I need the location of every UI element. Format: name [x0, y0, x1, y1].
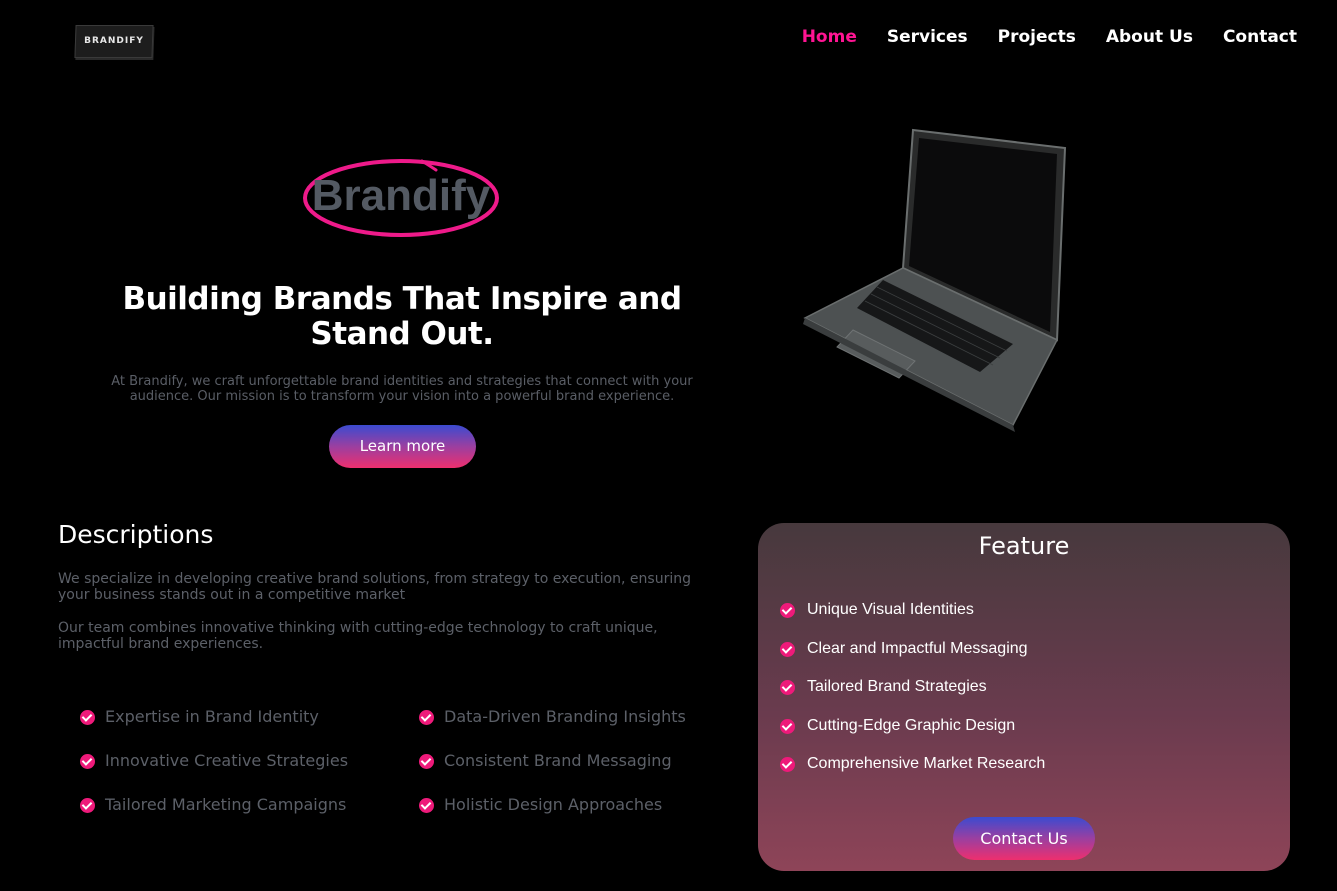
check-circle-icon — [780, 680, 795, 695]
check-circle-icon — [80, 710, 95, 725]
contact-us-button[interactable]: Contact Us — [953, 817, 1095, 860]
check-circle-icon — [419, 754, 434, 769]
nav-projects[interactable]: Projects — [998, 24, 1076, 50]
list-item-label: Holistic Design Approaches — [444, 795, 663, 814]
feature-item-label: Cutting-Edge Graphic Design — [807, 716, 1016, 734]
feature-item: Tailored Brand Strategies — [780, 676, 1045, 715]
list-item: Data-Driven Branding Insights — [419, 706, 686, 750]
descriptions-paragraph-1-line1: We specialize in developing creative bra… — [58, 571, 691, 587]
check-circle-icon — [419, 710, 434, 725]
hero-description-line1: At Brandify, we craft unforgettable bran… — [111, 374, 693, 389]
list-item-label: Innovative Creative Strategies — [105, 751, 349, 770]
descriptions-paragraph-2-line1: Our team combines innovative thinking wi… — [58, 620, 658, 636]
hero-title-line2: Stand Out. — [310, 316, 494, 352]
feature-item: Unique Visual Identities — [780, 599, 1045, 638]
list-item-label: Expertise in Brand Identity — [105, 707, 319, 726]
feature-item: Clear and Impactful Messaging — [780, 638, 1045, 677]
list-item-label: Tailored Marketing Campaigns — [105, 795, 347, 814]
descriptions-paragraph-1-line2: your business stands out in a competitiv… — [58, 587, 406, 603]
feature-title: Feature — [978, 532, 1070, 560]
list-item: Innovative Creative Strategies — [80, 750, 348, 794]
feature-item-label: Clear and Impactful Messaging — [807, 639, 1028, 657]
descriptions-paragraph-2-line2: impactful brand experiences. — [58, 636, 264, 652]
check-circle-icon — [780, 718, 795, 734]
feature-item-label: Tailored Brand Strategies — [807, 678, 987, 695]
nav-about-us[interactable]: About Us — [1106, 24, 1193, 50]
check-circle-icon — [780, 757, 795, 772]
laptop-image — [803, 128, 1067, 432]
list-item-label: Consistent Brand Messaging — [444, 751, 672, 770]
feature-item: Cutting-Edge Graphic Design — [780, 715, 1045, 754]
page: BRANDIFY Home Services Projects About Us… — [0, 0, 1337, 891]
nav-home[interactable]: Home — [802, 24, 857, 50]
logo-text: BRANDIFY — [84, 36, 144, 46]
brand-logo[interactable]: BRANDIFY — [74, 25, 154, 58]
feature-card: Feature Unique Visual Identities Clear a… — [758, 523, 1290, 871]
feature-item-label: Comprehensive Market Research — [807, 755, 1046, 772]
list-item: Consistent Brand Messaging — [419, 750, 686, 794]
nav-services[interactable]: Services — [887, 24, 968, 50]
list-item: Expertise in Brand Identity — [80, 706, 348, 750]
learn-more-button[interactable]: Learn more — [329, 425, 476, 468]
check-circle-icon — [780, 603, 795, 618]
expertise-list-left: Expertise in Brand Identity Innovative C… — [80, 706, 348, 838]
hero-title: Building Brands That Inspire and Stand O… — [80, 282, 724, 352]
list-item: Holistic Design Approaches — [419, 794, 686, 838]
hero-title-line1: Building Brands That Inspire and — [122, 281, 682, 317]
feature-item: Comprehensive Market Research — [780, 753, 1045, 792]
expertise-list-right: Data-Driven Branding Insights Consistent… — [419, 706, 686, 838]
feature-item-label: Unique Visual Identities — [807, 601, 974, 618]
nav-contact[interactable]: Contact — [1223, 24, 1297, 50]
check-circle-icon — [80, 754, 95, 769]
list-item-label: Data-Driven Branding Insights — [444, 707, 686, 726]
hero-brand-word: Brandify — [302, 158, 500, 238]
descriptions-heading: Descriptions — [58, 520, 214, 549]
check-circle-icon — [780, 641, 795, 657]
list-item: Tailored Marketing Campaigns — [80, 794, 348, 838]
hero-description: At Brandify, we craft unforgettable bran… — [80, 374, 724, 404]
descriptions-paragraph-1: We specialize in developing creative bra… — [58, 571, 728, 603]
feature-list: Unique Visual Identities Clear and Impac… — [780, 599, 1045, 792]
descriptions-paragraph-2: Our team combines innovative thinking wi… — [58, 620, 728, 652]
brand-word-text: Brandify — [311, 171, 491, 220]
main-nav: Home Services Projects About Us Contact — [772, 24, 1297, 50]
check-circle-icon — [80, 798, 95, 813]
check-circle-icon — [419, 798, 434, 813]
hero-description-line2: audience. Our mission is to transform yo… — [129, 389, 675, 404]
